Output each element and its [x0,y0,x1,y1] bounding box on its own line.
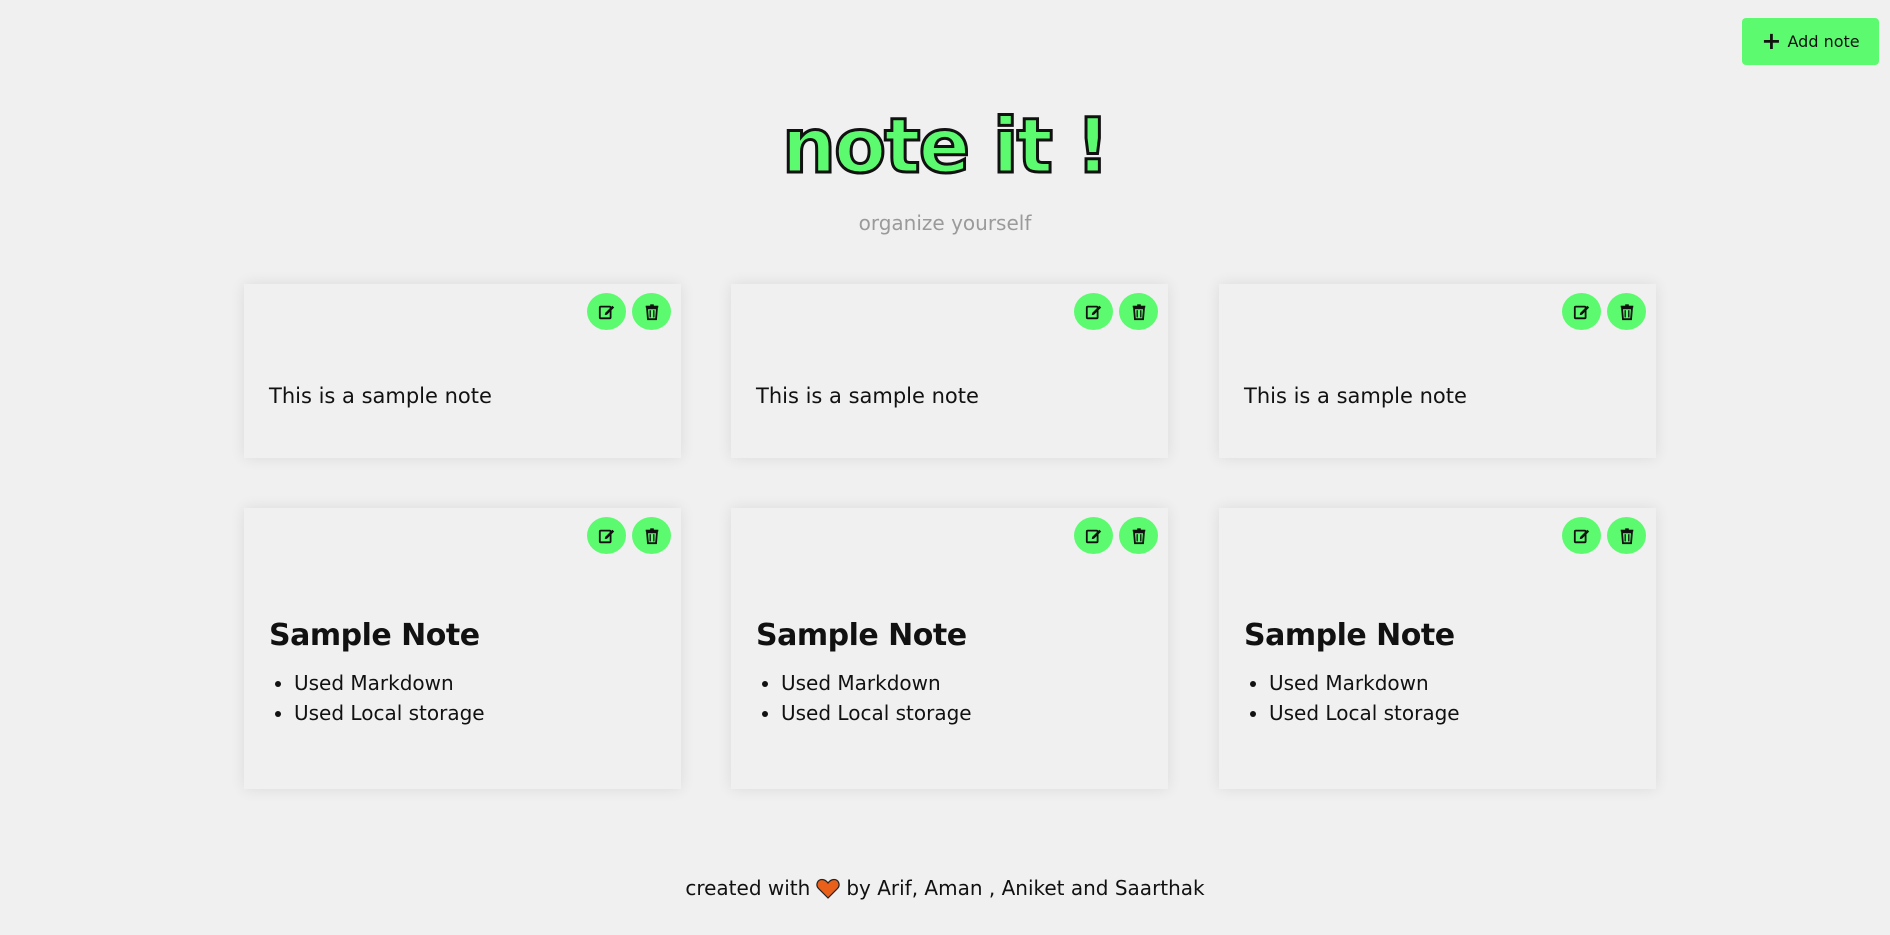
edit-button[interactable] [587,517,626,554]
note-card: This is a sample note [1219,284,1656,458]
trash-icon [1620,527,1633,544]
note-actions [1074,293,1158,330]
edit-button[interactable] [1562,293,1601,330]
note-text: This is a sample note [1244,384,1467,408]
add-note-label: Add note [1787,32,1860,51]
edit-icon [1573,305,1589,319]
delete-button[interactable] [1607,517,1646,554]
note-heading: Sample Note [756,618,967,653]
page: + Add note note it ! organize yourself T… [0,0,1890,935]
delete-button[interactable] [1119,293,1158,330]
list-item: Used Markdown [294,668,485,698]
list-item: Used Local storage [781,698,972,728]
app-title: note it ! [780,101,1111,190]
list-item: Used Markdown [1269,668,1460,698]
note-list: Used Markdown Used Local storage [1244,668,1460,728]
footer-suffix: by Arif, Aman , Aniket and Saarthak [846,876,1205,900]
list-item: Used Markdown [781,668,972,698]
note-card: Sample Note Used Markdown Used Local sto… [244,508,681,789]
trash-icon [645,527,658,544]
edit-icon [598,305,614,319]
note-list: Used Markdown Used Local storage [756,668,972,728]
footer: created with by Arif, Aman , Aniket and … [0,876,1890,900]
app-subtitle: organize yourself [858,211,1032,235]
list-item: Used Local storage [1269,698,1460,728]
trash-icon [645,303,658,320]
trash-icon [1620,303,1633,320]
note-actions [1562,293,1646,330]
note-actions [587,517,671,554]
trash-icon [1132,303,1145,320]
note-actions [587,293,671,330]
note-text: This is a sample note [756,384,979,408]
note-list: Used Markdown Used Local storage [269,668,485,728]
note-heading: Sample Note [269,618,480,653]
edit-button[interactable] [587,293,626,330]
delete-button[interactable] [1607,293,1646,330]
note-card: This is a sample note [731,284,1168,458]
edit-icon [1085,529,1101,543]
note-text: This is a sample note [269,384,492,408]
edit-icon [1085,305,1101,319]
edit-icon [1573,529,1589,543]
edit-button[interactable] [1074,517,1113,554]
note-card: This is a sample note [244,284,681,458]
delete-button[interactable] [632,293,671,330]
delete-button[interactable] [1119,517,1158,554]
heart-icon [816,878,840,899]
edit-button[interactable] [1562,517,1601,554]
trash-icon [1132,527,1145,544]
list-item: Used Local storage [294,698,485,728]
note-actions [1562,517,1646,554]
note-heading: Sample Note [1244,618,1455,653]
edit-icon [598,529,614,543]
delete-button[interactable] [632,517,671,554]
footer-prefix: created with [685,876,811,900]
edit-button[interactable] [1074,293,1113,330]
note-card: Sample Note Used Markdown Used Local sto… [731,508,1168,789]
plus-icon: + [1761,26,1782,55]
note-card: Sample Note Used Markdown Used Local sto… [1219,508,1656,789]
note-actions [1074,517,1158,554]
add-note-button[interactable]: + Add note [1742,18,1879,65]
